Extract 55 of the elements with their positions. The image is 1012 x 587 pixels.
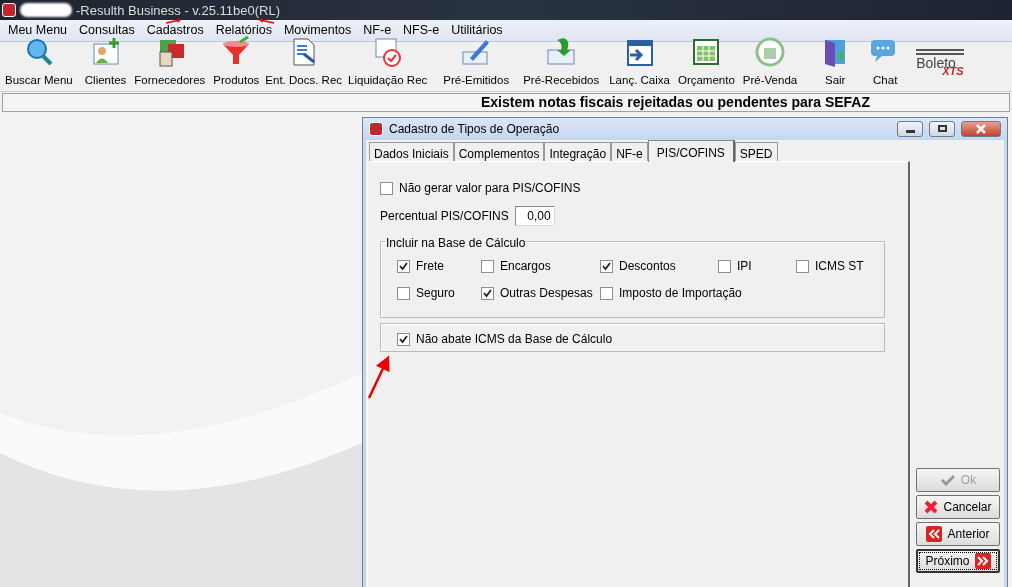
window-title: -Resulth Business - v.25.11be0(RL) [76, 2, 280, 18]
close-icon [924, 500, 939, 514]
toolbar-button[interactable]: Sair [816, 35, 855, 89]
checkbox-label: Não gerar valor para PIS/COFINS [399, 180, 581, 197]
prev-button[interactable]: Anterior [916, 522, 1000, 546]
checkbox[interactable] [600, 286, 613, 300]
arrow-card-icon [545, 35, 578, 68]
tab[interactable]: SPED [734, 142, 778, 162]
checkbox[interactable] [397, 286, 410, 300]
input-field[interactable]: 0,00 [514, 206, 555, 226]
checkbox[interactable] [397, 332, 410, 346]
minimize-button[interactable] [897, 121, 923, 137]
redacted-mark [20, 3, 72, 17]
app-icon [2, 3, 16, 17]
checkbox-label: IPI [737, 258, 752, 275]
cancel-button[interactable]: Cancelar [916, 495, 1000, 519]
dialog-title: Cadastro de Tipos de Operação [389, 121, 561, 138]
checkbox-label: ICMS ST [815, 258, 864, 275]
close-button[interactable] [961, 121, 1001, 137]
checkbox-label: Outras Despesas [500, 285, 593, 302]
tab[interactable]: Dados Iniciais [369, 142, 454, 162]
back-icon [926, 526, 943, 542]
toolbar-button[interactable]: Orçamento [674, 35, 738, 89]
tab[interactable]: PIS/COFINS [647, 140, 735, 162]
maximize-button[interactable] [929, 121, 955, 137]
checkbox[interactable] [481, 286, 494, 300]
toolbar-button[interactable]: Pré-Venda [739, 35, 801, 89]
close-icon [976, 124, 986, 134]
checkbox[interactable] [796, 259, 809, 273]
checkbox[interactable] [600, 259, 613, 273]
checkbox-label: Frete [416, 258, 444, 275]
checkbox[interactable] [380, 181, 393, 195]
tab[interactable]: Integração [544, 142, 612, 162]
field-label: Percentual PIS/COFINS [380, 208, 509, 225]
toolbar-button[interactable]: Chat [866, 35, 905, 89]
annotation-arrow [165, 18, 182, 24]
annotation-arrow [367, 355, 390, 399]
forward-icon [974, 553, 991, 569]
notice-text: Existem notas fiscais rejeitadas ou pendentes para SEFAZ [2, 93, 1010, 112]
checkbox-label: Não abate ICMS da Base de Cálculo [416, 331, 613, 348]
checkbox[interactable] [397, 259, 410, 273]
checkbox-label: Seguro [416, 285, 455, 302]
checkbox-label: Imposto de Importação [619, 285, 742, 302]
check-icon [939, 474, 956, 486]
toolbar-button[interactable]: Lanç. Caixa [606, 35, 673, 89]
annotation-arrow [258, 18, 275, 24]
toolbar-button[interactable]: Pré-Recebidos [520, 35, 603, 89]
next-button[interactable]: Próximo [916, 549, 1000, 573]
checkbox[interactable] [481, 259, 494, 273]
checkbox-label: Encargos [500, 258, 551, 275]
app-icon [369, 122, 383, 136]
tab[interactable]: NF-e [611, 142, 648, 162]
tab[interactable]: Complementos [453, 142, 545, 162]
checkbox[interactable] [718, 259, 731, 273]
checkbox-label: Descontos [619, 258, 676, 275]
